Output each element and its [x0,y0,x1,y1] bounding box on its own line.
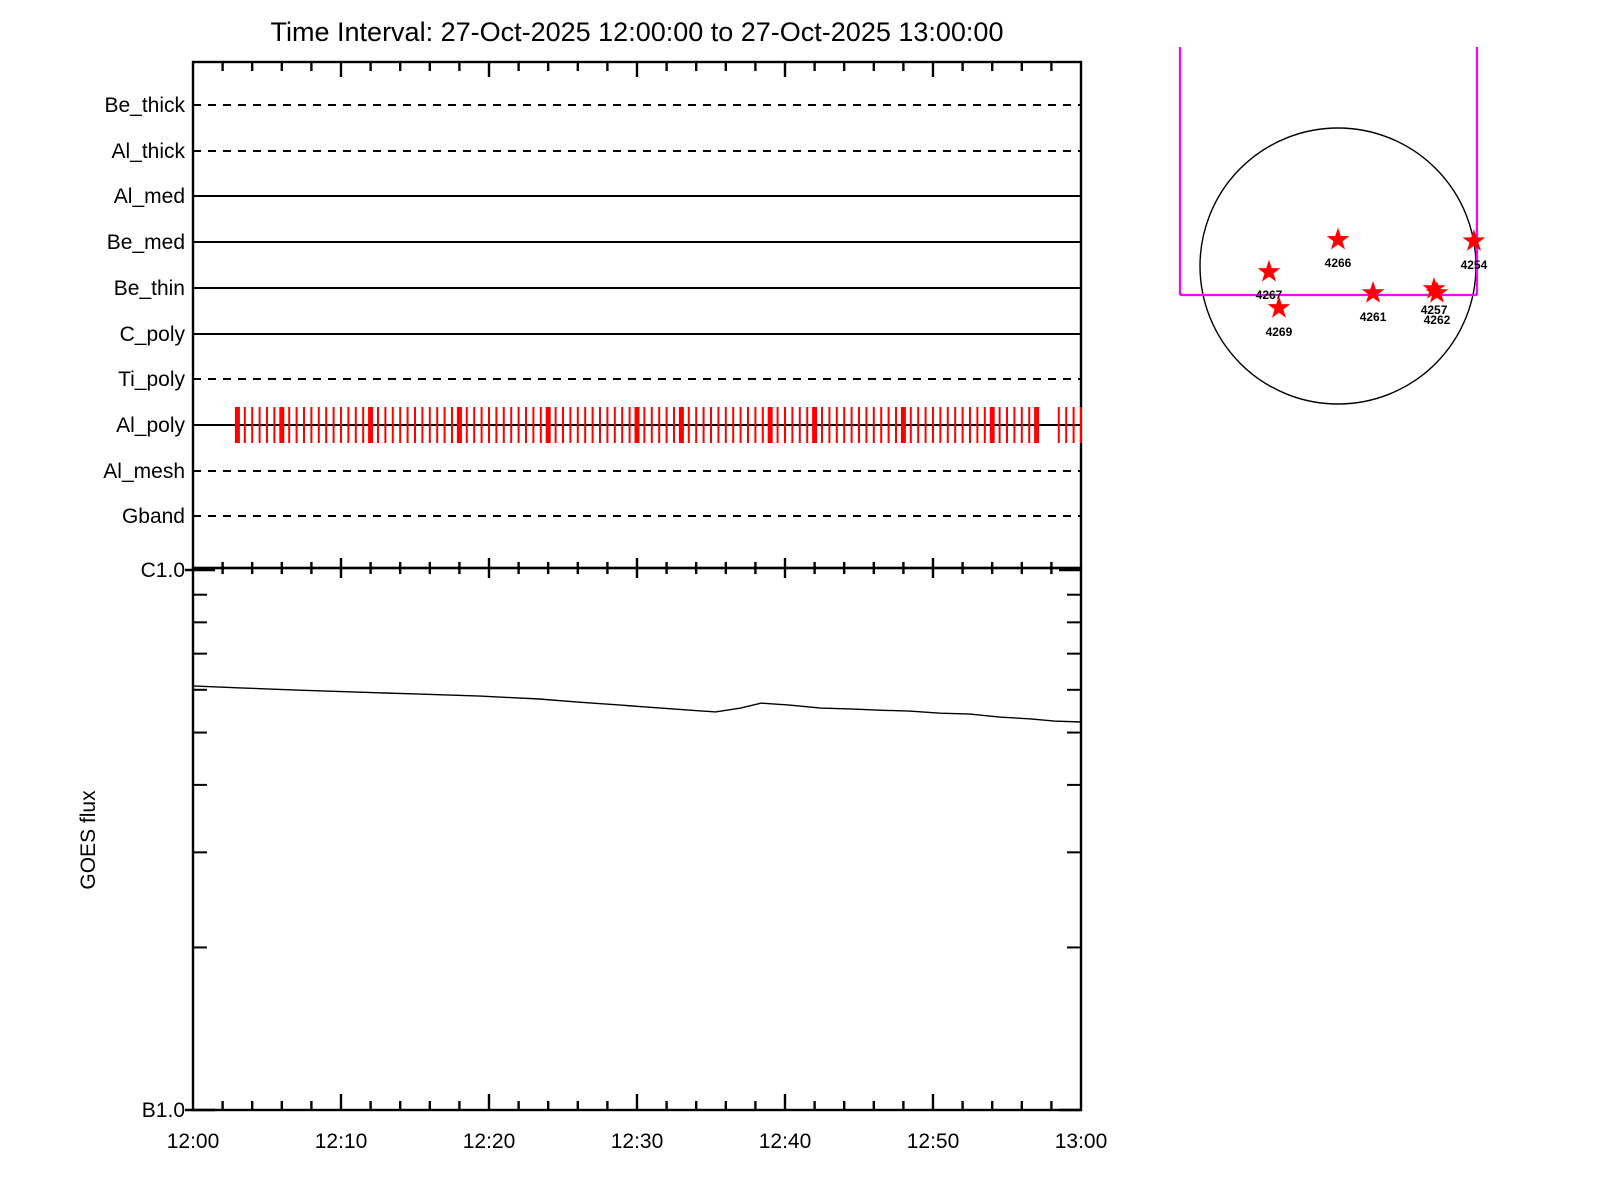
filter-row-label: Al_thick [111,140,185,163]
goes-flux-curve [192,685,1082,723]
active-region-label: 4254 [1461,258,1488,272]
xrt-goes-timeline-figure: Time Interval: 27-Oct-2025 12:00:00 to 2… [77,17,1488,1153]
filter-row-label: Be_thin [114,277,185,300]
goes-x-tick-label: 12:20 [463,1130,516,1153]
filter-row-label: Gband [122,505,185,528]
active-region-star [1257,259,1281,282]
active-region-star [1326,227,1350,250]
active-region-star [1361,281,1385,303]
active-region-label: 4269 [1266,325,1293,339]
solar-disk-map: 4266 425442674261425742624269 [1178,46,1488,405]
filter-row-label: C_poly [120,323,186,346]
goes-x-tick-label: 12:00 [167,1130,220,1153]
active-region-label: 4261 [1360,310,1387,324]
active-region-star [1462,229,1486,251]
plot-window: Time Interval: 27-Oct-2025 12:00:00 to 2… [0,0,1600,1200]
goes-flux-panel: C1.0 B1.0 GOES flux 12:00 12:10 12:20 12:30… [77,559,1107,1153]
goes-x-tick-label: 12:50 [907,1130,960,1153]
goes-y-axis-title: GOES flux [77,790,100,890]
timeline-frame [191,60,1083,570]
goes-y-bottom-tick-label: B1.0 [142,1099,185,1122]
goes-x-tick-label: 13:00 [1055,1130,1108,1153]
goes-x-tick-label: 12:10 [315,1130,368,1153]
filter-row-label: Al_med [114,185,185,208]
filter-row-label: Be_thick [104,94,185,117]
filter-row-label: Al_poly [116,414,185,437]
goes-x-tick-label: 12:40 [759,1130,812,1153]
figure-title: Time Interval: 27-Oct-2025 12:00:00 to 2… [271,17,1004,47]
active-region-label: 4266 [1325,256,1352,270]
goes-frame [191,566,1083,1112]
filter-row-label: Be_med [107,231,185,254]
goes-y-top-tick-label: C1.0 [141,559,185,582]
active-region-label: 4262 [1424,313,1451,327]
filter-row-label: Ti_poly [118,368,185,391]
filter-timeline-panel: Be_thick Al_thick Al_med Be_med Be_thin C_pol… [103,60,1083,578]
goes-x-tick-label: 12:30 [611,1130,664,1153]
filter-row-label: Al_mesh [103,460,185,483]
active-region-star [1425,281,1449,303]
